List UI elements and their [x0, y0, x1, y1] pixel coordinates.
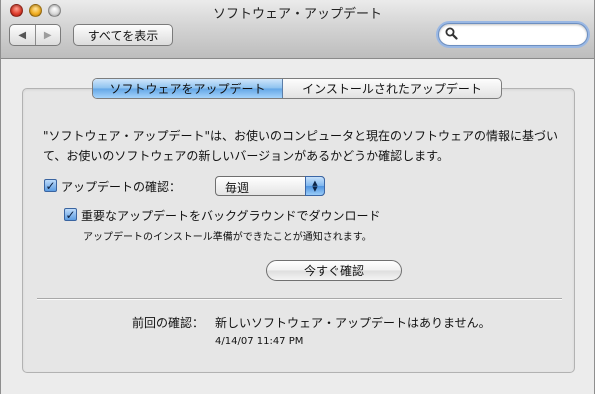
divider	[37, 298, 562, 300]
last-check-result: 新しいソフトウェア・アップデートはありません。	[215, 316, 491, 330]
last-check-time: 4/14/07 11:47 PM	[215, 336, 304, 347]
search-field[interactable]	[438, 23, 588, 46]
back-forward-control: ◀ ▶	[9, 24, 61, 46]
tab-update-software[interactable]: ソフトウェアをアップデート	[93, 79, 283, 98]
check-updates-label: アップデートの確認：	[61, 180, 182, 194]
last-check-label: 前回の確認：	[132, 316, 205, 330]
back-arrow-icon[interactable]: ◀	[10, 25, 35, 45]
background-download-checkbox[interactable]: ✓	[64, 208, 77, 221]
tab-bar: ソフトウェアをアップデート インストールされたアップデート	[92, 78, 502, 99]
popup-arrows-icon: ▲ ▼	[305, 176, 325, 196]
background-download-note: アップデートのインストール準備ができたことが通知されます。	[83, 232, 372, 243]
checkmark-icon: ✓	[45, 178, 56, 193]
search-icon	[445, 27, 458, 40]
forward-arrow-icon[interactable]: ▶	[34, 25, 61, 45]
preferences-window: ソフトウェア・アップデート ◀ ▶ すべてを表示 ソフトウェアをアップデート イ…	[0, 0, 595, 394]
frequency-popup[interactable]: 毎週 ▲ ▼	[215, 176, 325, 196]
window-title: ソフトウェア・アップデート	[212, 7, 382, 22]
show-all-button[interactable]: すべてを表示	[73, 24, 173, 46]
description-text: "ソフトウェア・アップデート"は、お使いのコンピュータと現在のソフトウェアの情報…	[43, 129, 559, 163]
title-bar: ソフトウェア・アップデート ◀ ▶ すべてを表示	[1, 0, 594, 59]
frequency-value: 毎週	[225, 181, 250, 195]
search-input[interactable]	[463, 26, 578, 42]
background-download-label: 重要なアップデートをバックグラウンドでダウンロード	[81, 209, 381, 223]
check-now-button[interactable]: 今すぐ確認	[266, 260, 402, 281]
checkmark-icon: ✓	[65, 207, 76, 222]
check-updates-checkbox[interactable]: ✓	[44, 179, 57, 192]
tab-installed-updates[interactable]: インストールされたアップデート	[283, 79, 501, 98]
